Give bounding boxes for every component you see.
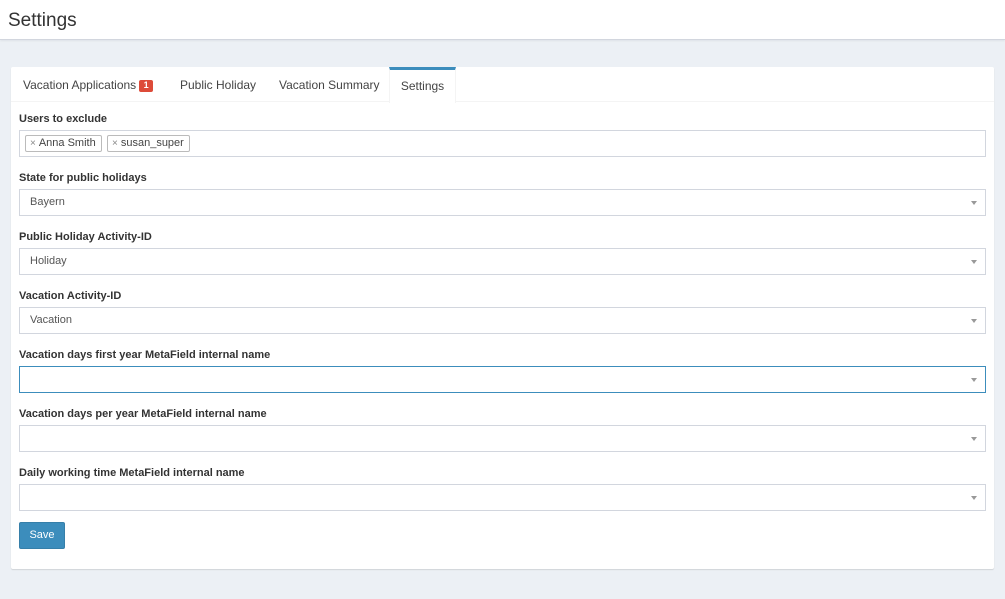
user-tag-susan-super: × susan_super bbox=[107, 135, 190, 152]
daily-working-time-select[interactable] bbox=[19, 484, 986, 511]
tab-label: Settings bbox=[400, 79, 445, 93]
users-exclude-label: Users to exclude bbox=[19, 113, 108, 125]
tab-vacation-summary[interactable]: Vacation Summary bbox=[279, 67, 379, 102]
state-holidays-label: State for public holidays bbox=[19, 172, 147, 184]
tab-label: Vacation Applications bbox=[23, 78, 137, 92]
tag-label: susan_super bbox=[120, 137, 184, 149]
tab-label: Vacation Summary bbox=[279, 78, 380, 92]
vacation-days-per-year-label: Vacation days per year MetaField interna… bbox=[19, 408, 267, 420]
vacation-days-per-year-select[interactable] bbox=[19, 425, 986, 452]
selected-value: Bayern bbox=[30, 196, 65, 208]
remove-tag-icon[interactable]: × bbox=[112, 138, 118, 149]
selected-value: Vacation bbox=[30, 314, 72, 326]
remove-tag-icon[interactable]: × bbox=[30, 138, 36, 149]
chevron-down-icon bbox=[971, 437, 977, 441]
vacation-days-first-year-label: Vacation days first year MetaField inter… bbox=[19, 349, 271, 361]
page-header: Settings bbox=[0, 0, 1005, 40]
tab-settings[interactable]: Settings bbox=[389, 67, 456, 103]
chevron-down-icon bbox=[971, 260, 977, 264]
tab-bar: Vacation Applications 1 Public Holiday Va… bbox=[11, 67, 994, 103]
state-holidays-select[interactable]: Bayern bbox=[19, 189, 986, 216]
users-exclude-input[interactable]: × Anna Smith × susan_super bbox=[19, 130, 986, 157]
public-holiday-activity-select[interactable]: Holiday bbox=[19, 248, 986, 275]
page-title: Settings bbox=[8, 10, 77, 31]
selected-value: Holiday bbox=[30, 255, 67, 267]
save-button[interactable]: Save bbox=[19, 522, 65, 549]
settings-panel: Vacation Applications 1 Public Holiday Va… bbox=[11, 67, 994, 569]
chevron-down-icon bbox=[971, 378, 977, 382]
vacation-days-first-year-select[interactable] bbox=[19, 366, 986, 393]
tab-label: Public Holiday bbox=[180, 78, 257, 92]
chevron-down-icon bbox=[971, 201, 977, 205]
user-tag-anna-smith: × Anna Smith bbox=[25, 135, 102, 152]
daily-working-time-label: Daily working time MetaField internal na… bbox=[19, 467, 245, 479]
tab-vacation-applications[interactable]: Vacation Applications 1 bbox=[23, 67, 154, 102]
notification-badge: 1 bbox=[139, 80, 154, 92]
tag-label: Anna Smith bbox=[38, 137, 96, 149]
tab-public-holiday[interactable]: Public Holiday bbox=[180, 67, 256, 102]
vacation-activity-label: Vacation Activity-ID bbox=[19, 290, 122, 302]
chevron-down-icon bbox=[971, 496, 977, 500]
public-holiday-activity-label: Public Holiday Activity-ID bbox=[19, 231, 152, 243]
chevron-down-icon bbox=[971, 319, 977, 323]
vacation-activity-select[interactable]: Vacation bbox=[19, 307, 986, 334]
